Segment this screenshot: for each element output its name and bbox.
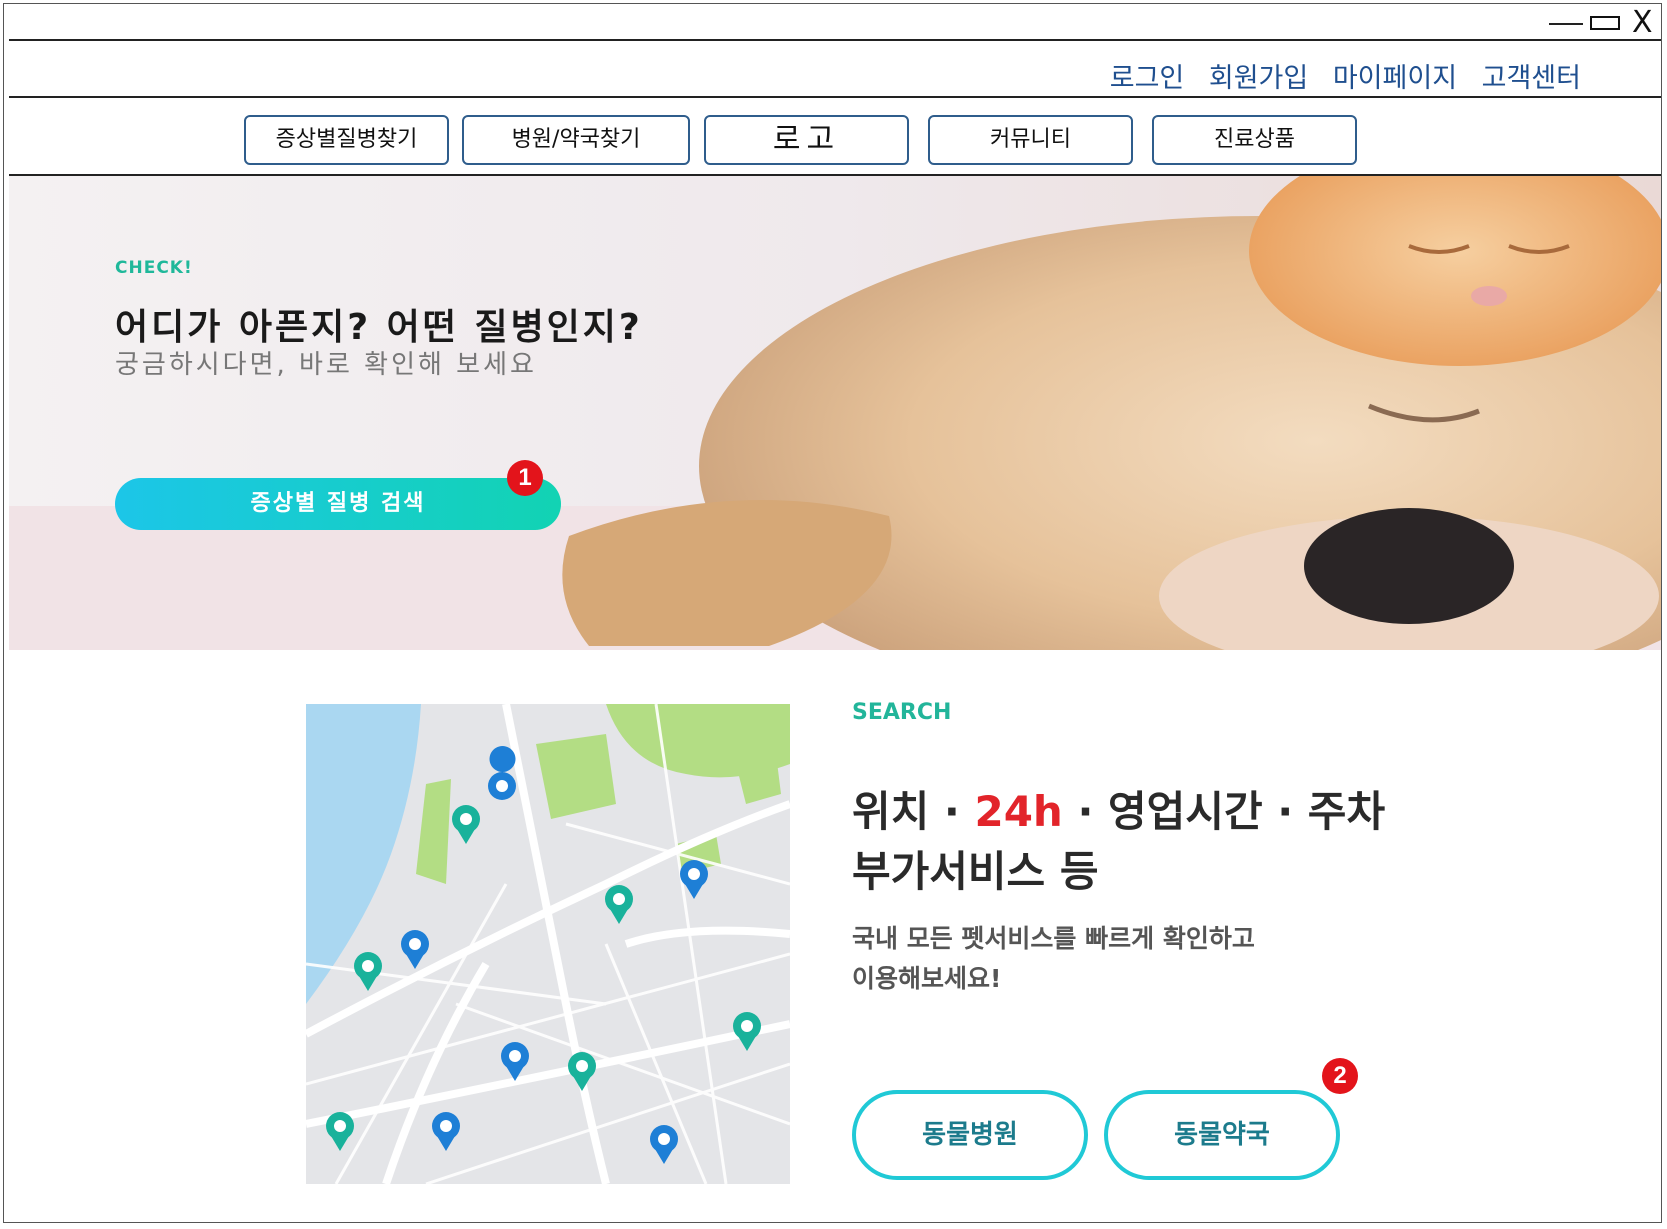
- annotation-marker-1: 1: [507, 460, 543, 496]
- map-pins: [326, 746, 761, 1164]
- titlebar-divider: [9, 39, 1661, 41]
- signup-link[interactable]: 회원가입: [1209, 63, 1308, 94]
- pin-blue-icon: [680, 860, 708, 899]
- map-image: [306, 704, 790, 1184]
- pin-green-icon: [326, 1112, 354, 1151]
- pin-green-icon: [452, 805, 480, 844]
- customer-center-link[interactable]: 고객센터: [1482, 63, 1581, 94]
- search-title-part2: · 영업시간 · 주차: [1062, 787, 1386, 836]
- search-title: 위치 · 24h · 영업시간 · 주차 부가서비스 등: [852, 782, 1385, 902]
- nav-symptom-disease-search[interactable]: 증상별질병찾기: [244, 115, 449, 165]
- mypage-link[interactable]: 마이페이지: [1333, 63, 1457, 94]
- search-title-line2: 부가서비스 등: [852, 847, 1099, 896]
- header-divider: [9, 96, 1661, 98]
- animal-pharmacy-button[interactable]: 동물약국: [1104, 1090, 1340, 1180]
- pin-blue-icon: [488, 746, 516, 800]
- minimize-icon[interactable]: [1549, 23, 1583, 25]
- nav-logo[interactable]: 로고: [704, 115, 909, 165]
- close-icon[interactable]: X: [1632, 6, 1653, 40]
- pin-green-icon: [354, 952, 382, 991]
- login-link[interactable]: 로그인: [1110, 63, 1185, 94]
- hero-subtitle: 궁금하시다면, 바로 확인해 보세요: [115, 350, 537, 380]
- top-links: 로그인 회원가입 마이페이지 고객센터: [1094, 56, 1581, 95]
- hero-pet-image: [9, 176, 1661, 650]
- pin-blue-icon: [501, 1042, 529, 1081]
- search-title-highlight: 24h: [974, 787, 1063, 836]
- pin-blue-icon: [401, 930, 429, 969]
- search-desc-line1: 국내 모든 펫서비스를 빠르게 확인하고: [852, 924, 1255, 953]
- maximize-icon[interactable]: [1590, 16, 1620, 30]
- nav-hospital-pharmacy-search[interactable]: 병원/약국찾기: [462, 115, 690, 165]
- hero-banner: CHECK! 어디가 아픈지? 어떤 질병인지? 궁금하시다면, 바로 확인해 …: [9, 176, 1661, 650]
- nav-community[interactable]: 커뮤니티: [928, 115, 1133, 165]
- annotation-marker-2: 2: [1322, 1058, 1358, 1094]
- nav-treatment-products[interactable]: 진료상품: [1152, 115, 1357, 165]
- hero-title: 어디가 아픈지? 어떤 질병인지?: [115, 307, 643, 348]
- animal-hospital-button[interactable]: 동물병원: [852, 1090, 1088, 1180]
- pin-blue-icon: [650, 1125, 678, 1164]
- main-nav: 증상별질병찾기 병원/약국찾기 로고 커뮤니티 진료상품: [4, 115, 1661, 165]
- pin-green-icon: [733, 1012, 761, 1051]
- pin-green-icon: [605, 885, 633, 924]
- symptom-disease-search-button[interactable]: 증상별 질병 검색: [115, 478, 561, 530]
- search-description: 국내 모든 펫서비스를 빠르게 확인하고 이용해보세요!: [852, 919, 1255, 999]
- search-title-part1: 위치 ·: [852, 787, 975, 836]
- pin-blue-icon: [432, 1112, 460, 1151]
- window-titlebar: X: [4, 4, 1661, 41]
- app-window: X 로그인 회원가입 마이페이지 고객센터 증상별질병찾기 병원/약국찾기 로고…: [3, 3, 1662, 1223]
- search-desc-line2: 이용해보세요!: [852, 964, 1002, 993]
- hero-kicker: CHECK!: [115, 258, 193, 278]
- pin-green-icon: [568, 1052, 596, 1091]
- search-kicker: SEARCH: [852, 700, 952, 725]
